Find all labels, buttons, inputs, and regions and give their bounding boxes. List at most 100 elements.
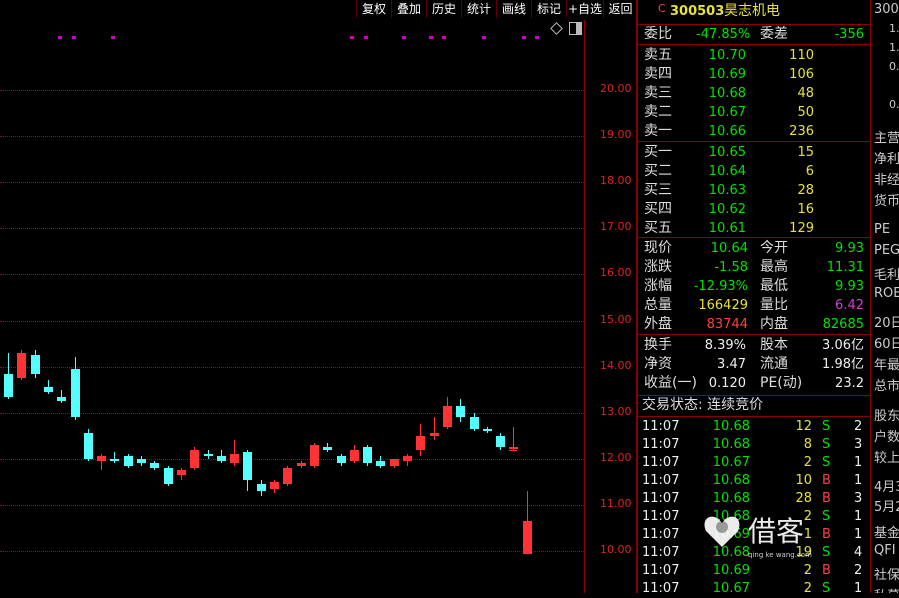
ask-level[interactable]: 卖一 10.66 236 xyxy=(638,122,870,141)
bid-level[interactable]: 买二 10.64 6 xyxy=(638,162,870,181)
bid-level[interactable]: 买三 10.63 28 xyxy=(638,181,870,200)
tick-time: 11:07 xyxy=(642,509,680,524)
candle-body xyxy=(336,456,346,464)
tick-row[interactable]: 11:07 10.67 2 S 1 xyxy=(638,453,870,472)
tick-side: S xyxy=(822,419,831,434)
candle-body xyxy=(442,405,452,427)
stat-label: 内盘 xyxy=(760,316,788,332)
stat-label: 量比 xyxy=(760,297,788,313)
price-tick-label: 11.00 xyxy=(600,496,632,510)
ask-volume: 106 xyxy=(789,67,814,82)
window-toggle-icon[interactable] xyxy=(569,22,582,35)
price-tick-label: 17.00 xyxy=(600,220,632,234)
price-tick-label: 18.00 xyxy=(600,174,632,188)
tick-row[interactable]: 11:07 10.68 8 S 3 xyxy=(638,435,870,454)
diamond-icon[interactable] xyxy=(550,22,563,35)
ask-level[interactable]: 卖三 10.68 48 xyxy=(638,84,870,103)
candle-body xyxy=(150,463,160,469)
candle-body xyxy=(429,433,439,436)
candle-body xyxy=(4,373,13,397)
candle-wick xyxy=(513,426,515,450)
f10-item: ROE xyxy=(874,286,899,301)
ask-volume: 48 xyxy=(797,86,814,101)
candle-body xyxy=(403,456,412,462)
tick-count: 1 xyxy=(854,509,863,524)
candle-body xyxy=(522,521,532,555)
price-tick-label: 12.00 xyxy=(600,450,632,464)
f10-item: 基金 xyxy=(874,526,899,541)
bid-level[interactable]: 买五 10.61 129 xyxy=(638,219,870,238)
watermark-logo: 借客 qing ke wang.com xyxy=(700,505,830,575)
ask-level[interactable]: 卖五 10.70 110 xyxy=(638,46,870,65)
f10-item: PE xyxy=(874,222,891,237)
candle-body xyxy=(389,458,399,466)
candle-wick xyxy=(114,451,116,464)
tick-count: 2 xyxy=(854,419,863,434)
candle-body xyxy=(416,435,426,450)
divider xyxy=(638,44,870,45)
f10-side-panel[interactable]: 300 1.9 1. 0.9 0.0 主营净利非经货币 PE PEG 毛利 ROE 20日 60日年最… xyxy=(871,0,899,593)
fund-label: 收益(一) xyxy=(644,375,697,391)
bid-price: 10.65 xyxy=(708,145,746,160)
tick-side: S xyxy=(822,437,831,452)
grid-line xyxy=(0,412,584,414)
bid-level[interactable]: 买四 10.62 16 xyxy=(638,200,870,219)
candle-body xyxy=(230,454,240,464)
candle-body xyxy=(283,468,293,485)
stat-value: 9.93 xyxy=(835,279,864,294)
svg-text:qing ke wang.com: qing ke wang.com xyxy=(748,551,812,559)
fund-label: 流通 xyxy=(760,356,788,372)
f10-item: 0.0 xyxy=(889,98,899,111)
stock-code: 300503 xyxy=(670,4,725,19)
ask-level[interactable]: 卖二 10.67 50 xyxy=(638,103,870,122)
tick-volume: 12 xyxy=(795,419,812,434)
f10-item: 较上 xyxy=(874,451,899,466)
weibi-value: -47.85% xyxy=(696,27,751,42)
stat-value: 83744 xyxy=(706,317,748,332)
ask-level[interactable]: 卖四 10.69 106 xyxy=(638,65,870,84)
fund-row: 净资 3.47 流通 1.98亿 xyxy=(638,355,870,374)
price-axis-line xyxy=(584,20,585,593)
candle-body xyxy=(323,447,333,450)
f10-item: 60日 xyxy=(874,337,899,352)
candle-body xyxy=(43,387,53,392)
f10-item: QFI xyxy=(874,543,896,558)
price-tick-label: 14.00 xyxy=(600,358,632,372)
fund-value: 3.06亿 xyxy=(822,338,864,353)
f10-item: 主营 xyxy=(874,131,899,146)
bid-label: 买四 xyxy=(644,201,672,217)
bid-volume: 28 xyxy=(797,183,814,198)
bid-level[interactable]: 买一 10.65 15 xyxy=(638,143,870,162)
tick-volume: 8 xyxy=(803,437,812,452)
grid-line xyxy=(0,90,584,91)
candle-body xyxy=(17,352,27,379)
tick-time: 11:07 xyxy=(642,581,680,596)
bid-label: 买一 xyxy=(644,144,672,160)
tick-count: 3 xyxy=(854,491,863,506)
tick-row[interactable]: 11:07 10.67 2 S 1 xyxy=(638,579,870,598)
candle-body xyxy=(256,484,266,492)
stock-header[interactable]: C 300503 昊志机电 xyxy=(638,2,870,21)
fund-value: 3.47 xyxy=(717,357,746,372)
stat-value: -12.93% xyxy=(693,279,748,294)
price-tick-label: 19.00 xyxy=(600,128,632,142)
divider xyxy=(638,237,870,238)
event-marker xyxy=(72,36,76,39)
tick-row[interactable]: 11:07 10.68 10 B 1 xyxy=(638,471,870,490)
trade-status: 交易状态: 连续竞价 xyxy=(638,396,870,415)
tick-row[interactable]: 11:07 10.68 12 S 2 xyxy=(638,417,870,436)
stat-label: 现价 xyxy=(644,240,672,256)
ask-price: 10.67 xyxy=(708,105,746,120)
price-tick-label: 15.00 xyxy=(600,312,632,326)
bid-price: 10.64 xyxy=(708,164,746,179)
candle-body xyxy=(203,454,213,457)
fund-value: 8.39% xyxy=(704,338,746,353)
tick-price: 10.67 xyxy=(712,455,750,470)
grid-line xyxy=(0,504,584,506)
tick-time: 11:07 xyxy=(642,419,680,434)
candle-body xyxy=(469,417,479,429)
kline-chart[interactable] xyxy=(0,0,636,573)
f10-item: 1. xyxy=(889,41,899,54)
candle-body xyxy=(376,461,386,466)
fund-value: 23.2 xyxy=(835,376,864,391)
